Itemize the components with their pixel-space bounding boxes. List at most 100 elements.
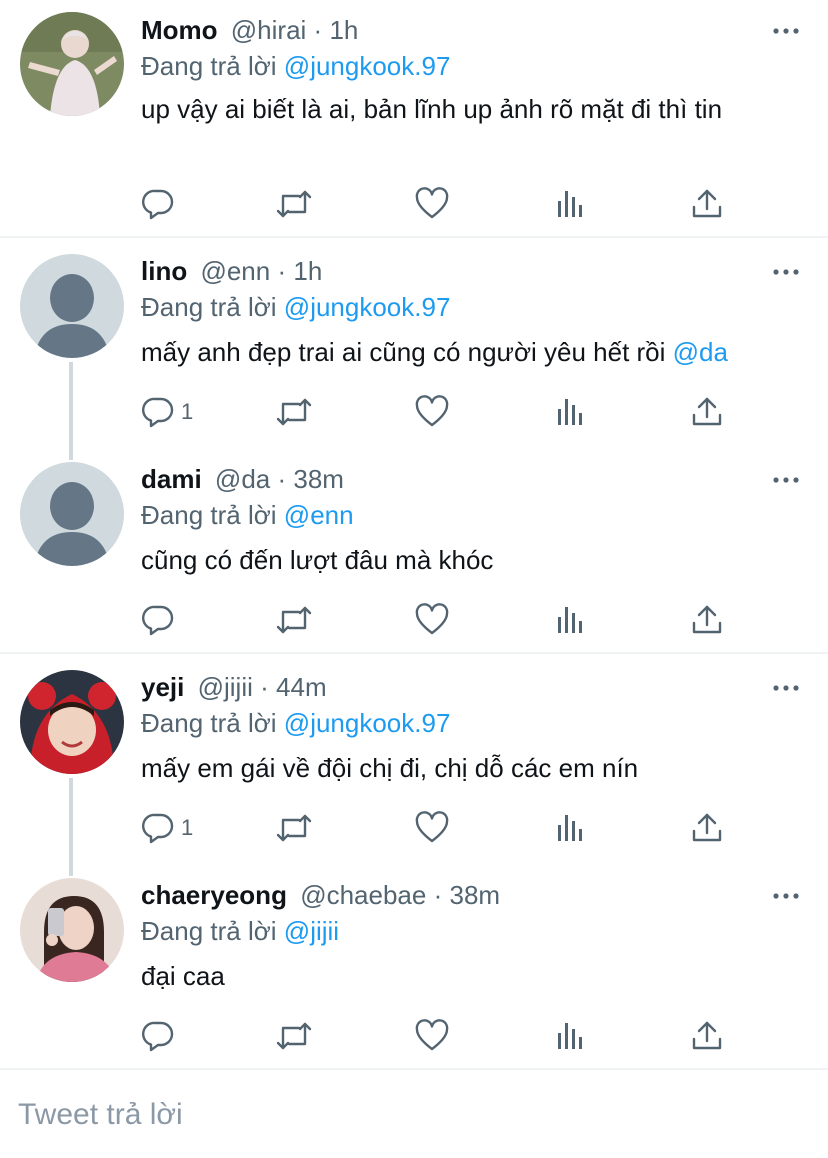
tweet[interactable]: chaeryeong @chaebae · 38m Đang trả lời @… xyxy=(0,862,828,1068)
analytics-icon xyxy=(555,811,585,845)
reply-prefix: Đang trả lời xyxy=(141,51,277,81)
retweet-button[interactable] xyxy=(275,1016,313,1056)
retweet-icon xyxy=(275,811,313,845)
handle[interactable]: @enn xyxy=(200,256,270,286)
retweet-icon xyxy=(275,187,313,221)
share-icon xyxy=(690,603,724,637)
mention-link[interactable]: @jungkook.97 xyxy=(284,292,451,322)
reply-button[interactable] xyxy=(141,184,181,224)
share-icon xyxy=(690,187,724,221)
avatar[interactable] xyxy=(20,878,124,982)
heart-icon xyxy=(415,603,449,637)
reply-button[interactable] xyxy=(141,1016,181,1056)
mention-link[interactable]: @jungkook.97 xyxy=(284,708,451,738)
timestamp[interactable]: 44m xyxy=(276,672,327,702)
tweet-text: mấy anh đẹp trai ai cũng có người yêu hế… xyxy=(141,335,821,370)
analytics-button[interactable] xyxy=(555,600,585,640)
tweet[interactable]: yeji @jijii · 44m Đang trả lời @jungkook… xyxy=(0,654,828,862)
analytics-icon xyxy=(555,1019,585,1053)
heart-icon xyxy=(415,187,449,221)
analytics-icon xyxy=(555,187,585,221)
display-name[interactable]: chaeryeong xyxy=(141,880,287,910)
reply-button[interactable] xyxy=(141,600,181,640)
tweet[interactable]: dami @da · 38m Đang trả lời @enn cũng có… xyxy=(0,446,828,652)
display-name[interactable]: dami xyxy=(141,464,202,494)
more-icon[interactable] xyxy=(772,26,800,36)
reply-icon xyxy=(141,603,175,637)
timestamp[interactable]: 1h xyxy=(293,256,322,286)
reply-icon xyxy=(141,1019,175,1053)
separator: · xyxy=(433,880,443,910)
display-name[interactable]: yeji xyxy=(141,672,184,702)
share-icon xyxy=(690,395,724,429)
reply-icon xyxy=(141,395,175,429)
heart-icon xyxy=(415,811,449,845)
analytics-button[interactable] xyxy=(555,392,585,432)
reply-button[interactable]: 1 xyxy=(141,808,193,848)
avatar[interactable] xyxy=(20,12,124,116)
reply-prefix: Đang trả lời xyxy=(141,708,277,738)
tweet-text: cũng có đến lượt đâu mà khóc xyxy=(141,545,494,575)
analytics-icon xyxy=(555,603,585,637)
tweet-text: đại caa xyxy=(141,961,225,991)
share-button[interactable] xyxy=(690,392,724,432)
mention-link[interactable]: @jijii xyxy=(284,916,339,946)
share-button[interactable] xyxy=(690,808,724,848)
mention-link[interactable]: @enn xyxy=(284,500,354,530)
analytics-icon xyxy=(555,395,585,429)
separator: · xyxy=(313,15,323,45)
handle[interactable]: @jijii xyxy=(198,672,253,702)
retweet-icon xyxy=(275,603,313,637)
like-button[interactable] xyxy=(415,392,449,432)
display-name[interactable]: Momo xyxy=(141,15,218,45)
retweet-icon xyxy=(275,1019,313,1053)
avatar[interactable] xyxy=(20,462,124,566)
reply-composer-input[interactable]: Tweet trả lời xyxy=(18,1098,183,1132)
share-button[interactable] xyxy=(690,1016,724,1056)
retweet-button[interactable] xyxy=(275,600,313,640)
timestamp[interactable]: 38m xyxy=(293,464,344,494)
separator: · xyxy=(277,256,287,286)
share-button[interactable] xyxy=(690,184,724,224)
analytics-button[interactable] xyxy=(555,1016,585,1056)
handle[interactable]: @hirai xyxy=(231,15,307,45)
mention-link[interactable]: @jungkook.97 xyxy=(284,51,451,81)
mention-link[interactable]: @da xyxy=(673,337,728,367)
handle[interactable]: @da xyxy=(215,464,270,494)
display-name[interactable]: lino xyxy=(141,256,187,286)
avatar[interactable] xyxy=(20,254,124,358)
like-button[interactable] xyxy=(415,1016,449,1056)
tweet[interactable]: Momo @hirai · 1h Đang trả lời @jungkook.… xyxy=(0,0,828,236)
avatar[interactable] xyxy=(20,670,124,774)
separator: · xyxy=(277,464,287,494)
tweet[interactable]: lino @enn · 1h Đang trả lời @jungkook.97… xyxy=(0,238,828,446)
more-icon[interactable] xyxy=(772,683,800,693)
reply-icon xyxy=(141,811,175,845)
more-icon[interactable] xyxy=(772,891,800,901)
tweet-text: up vậy ai biết là ai, bản lĩnh up ảnh rõ… xyxy=(141,94,723,124)
tweet-text: mấy em gái về đội chị đi, chị dỗ các em … xyxy=(141,753,639,783)
retweet-button[interactable] xyxy=(275,808,313,848)
like-button[interactable] xyxy=(415,600,449,640)
reply-button[interactable]: 1 xyxy=(141,392,193,432)
retweet-button[interactable] xyxy=(275,392,313,432)
reply-prefix: Đang trả lời xyxy=(141,916,277,946)
share-icon xyxy=(690,811,724,845)
more-icon[interactable] xyxy=(772,267,800,277)
timestamp[interactable]: 38m xyxy=(449,880,500,910)
reply-prefix: Đang trả lời xyxy=(141,292,277,322)
reply-prefix: Đang trả lời xyxy=(141,500,277,530)
heart-icon xyxy=(415,395,449,429)
analytics-button[interactable] xyxy=(555,184,585,224)
like-button[interactable] xyxy=(415,808,449,848)
reply-icon xyxy=(141,187,175,221)
handle[interactable]: @chaebae xyxy=(300,880,426,910)
like-button[interactable] xyxy=(415,184,449,224)
share-button[interactable] xyxy=(690,600,724,640)
timestamp[interactable]: 1h xyxy=(329,15,358,45)
more-icon[interactable] xyxy=(772,475,800,485)
analytics-button[interactable] xyxy=(555,808,585,848)
retweet-button[interactable] xyxy=(275,184,313,224)
heart-icon xyxy=(415,1019,449,1053)
divider xyxy=(0,1068,828,1070)
